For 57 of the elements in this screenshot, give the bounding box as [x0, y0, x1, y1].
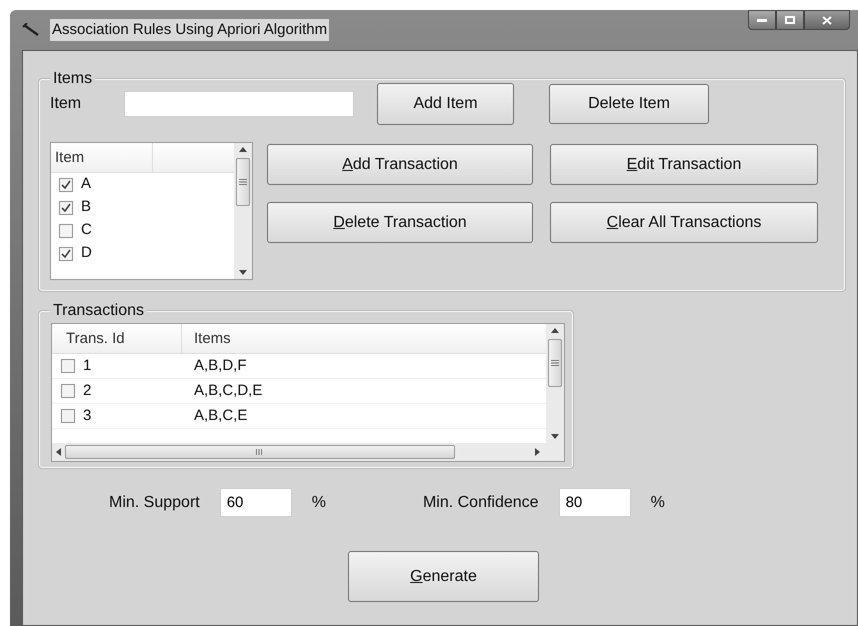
threshold-label: Min. Confidence [422, 492, 539, 512]
unit-label: % [650, 492, 665, 512]
minimize-button[interactable] [748, 10, 776, 30]
table-cell-text: A,B,C,D,E [193, 380, 262, 401]
table-cell-text: 3 [83, 406, 92, 426]
list-item-label[interactable]: A [81, 173, 92, 196]
column-header[interactable]: Trans. Id [52, 324, 182, 353]
item-input-field[interactable] [124, 91, 354, 117]
grip-icon [551, 360, 559, 366]
checkbox[interactable] [61, 359, 75, 373]
scroll-down-icon[interactable] [239, 270, 247, 275]
scroll-up-icon[interactable] [239, 147, 247, 152]
grip-icon [239, 179, 247, 185]
checkbox[interactable] [59, 178, 73, 192]
table-cell-text: 2 [83, 380, 92, 401]
checkbox[interactable] [59, 200, 73, 214]
push-button[interactable]: Clear All Transactions [550, 202, 818, 243]
window-title: Association Rules Using Apriori Algorithm [50, 18, 330, 42]
table-cell-text: A,B,D,F [193, 356, 247, 376]
push-button[interactable]: Add Transaction [267, 144, 533, 185]
checkbox[interactable] [61, 384, 75, 398]
checkbox[interactable] [59, 224, 73, 238]
push-button[interactable]: Edit Transaction [550, 144, 818, 185]
push-button[interactable]: Delete Item [549, 84, 709, 124]
item-label: Item [50, 94, 82, 114]
close-button[interactable] [804, 10, 850, 30]
column-header[interactable]: Items [182, 324, 231, 353]
vertical-scrollbar[interactable] [234, 143, 252, 279]
scroll-left-icon[interactable] [56, 448, 61, 456]
list-item-label[interactable]: C [81, 219, 92, 242]
checkbox[interactable] [61, 409, 75, 423]
checkbox[interactable] [59, 246, 73, 260]
threshold-input-field[interactable]: 80 [558, 488, 631, 517]
scroll-down-icon[interactable] [551, 434, 559, 439]
unit-label: % [312, 492, 326, 512]
threshold-input-field[interactable]: 60 [220, 488, 292, 517]
push-button[interactable]: Delete Transaction [267, 202, 533, 243]
check-icon [61, 248, 71, 258]
table-cell-text: 1 [83, 356, 92, 376]
scroll-thumb[interactable] [236, 158, 250, 206]
push-button[interactable]: Add Item [377, 83, 514, 125]
scroll-right-icon[interactable] [535, 448, 540, 456]
maximize-button[interactable] [776, 10, 804, 30]
vertical-scrollbar[interactable] [546, 324, 564, 443]
threshold-label: Min. Support [109, 492, 200, 512]
push-button[interactable]: Generate [348, 551, 539, 602]
grip-icon [256, 449, 264, 455]
check-icon [61, 180, 71, 190]
table-cell-text: A,B,C,E [193, 406, 248, 426]
list-item-label[interactable]: D [81, 242, 92, 265]
close-icon [822, 16, 832, 24]
scroll-thumb[interactable] [548, 339, 562, 387]
list-item-label[interactable]: B [81, 196, 92, 219]
scroll-thumb[interactable] [65, 445, 455, 459]
scroll-up-icon[interactable] [551, 328, 559, 333]
horizontal-scrollbar[interactable] [52, 443, 564, 461]
check-icon [61, 202, 71, 212]
